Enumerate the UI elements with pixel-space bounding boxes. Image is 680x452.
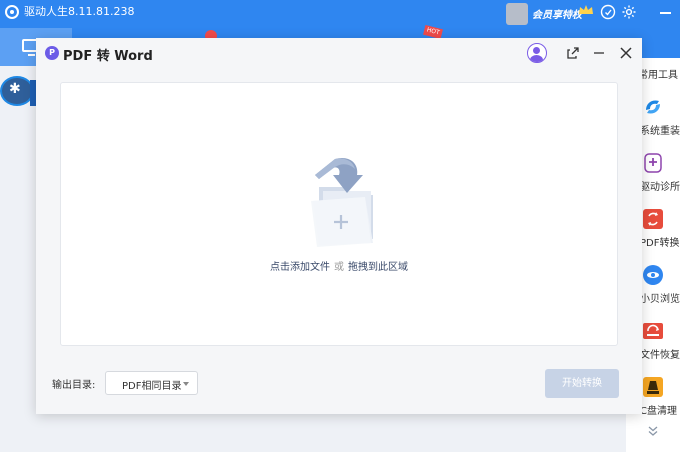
minimize-icon[interactable] xyxy=(590,44,608,62)
dialog-title: PDF 转 Word xyxy=(63,49,153,64)
browser-icon xyxy=(643,265,663,285)
output-dir-value: PDF相同目录 xyxy=(122,381,182,392)
drag-here-text: 拖拽到此区域 xyxy=(348,262,408,273)
output-dir-label: 输出目录: xyxy=(52,380,96,391)
pdf-to-word-dialog: P PDF 转 Word 点击添加文件或拖拽到此区域 输出目录: PDF相同目录… xyxy=(36,38,642,414)
close-icon[interactable] xyxy=(617,44,635,62)
tool-label: 小贝浏览器 xyxy=(640,294,680,305)
reinstall-icon xyxy=(646,100,660,114)
user-avatar[interactable] xyxy=(506,3,528,25)
or-separator: 或 xyxy=(334,262,344,273)
clinic-icon xyxy=(644,153,662,173)
crown-icon xyxy=(579,5,593,14)
file-recover-icon xyxy=(643,323,663,339)
disk-clean-icon xyxy=(643,377,663,397)
vip-label[interactable]: 会员享特权 xyxy=(532,6,582,21)
tool-label: 文件恢复 xyxy=(640,350,680,361)
settings-gear-icon[interactable] xyxy=(621,4,637,20)
output-dir-select[interactable]: PDF相同目录 xyxy=(105,371,198,395)
chevron-down-icon[interactable] xyxy=(646,424,660,438)
folder-upload-icon xyxy=(311,157,373,247)
tool-panel-title: 常用工具 xyxy=(638,70,678,81)
file-drop-zone[interactable]: 点击添加文件或拖拽到此区域 xyxy=(60,82,618,346)
add-file-link[interactable]: 点击添加文件 xyxy=(270,262,330,273)
side-avatar[interactable] xyxy=(0,76,34,106)
tool-label: C盘清理 xyxy=(640,406,677,417)
chevron-down-icon xyxy=(183,382,189,386)
pdf-logo-icon: P xyxy=(45,46,59,60)
support-icon[interactable] xyxy=(600,4,616,20)
tool-label: 系统重装 xyxy=(640,126,680,137)
tool-label: PDF转换 xyxy=(640,238,680,249)
app-title: 驱动人生8.11.81.238 xyxy=(24,5,135,18)
share-icon[interactable] xyxy=(564,44,582,62)
user-icon[interactable] xyxy=(527,43,547,63)
tool-label: 驱动诊所 xyxy=(640,182,680,193)
drop-instructions: 点击添加文件或拖拽到此区域 xyxy=(61,258,617,273)
app-logo-icon xyxy=(5,5,19,19)
dialog-header: P PDF 转 Word xyxy=(36,38,642,71)
hot-badge: HOT xyxy=(423,24,443,40)
start-convert-button[interactable]: 开始转换 xyxy=(545,369,619,398)
minimize-button[interactable] xyxy=(660,12,671,14)
pdf-convert-icon xyxy=(643,209,663,229)
